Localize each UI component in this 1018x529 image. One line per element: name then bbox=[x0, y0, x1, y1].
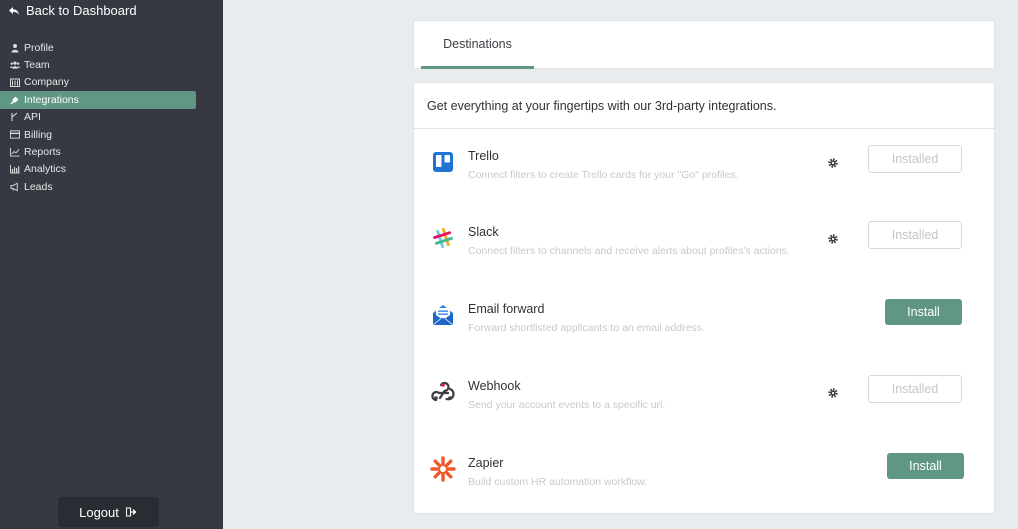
logout-label: Logout bbox=[79, 504, 119, 520]
sidebar-item-label: Team bbox=[24, 59, 50, 72]
integration-description: Forward shortlisted applicants to an ema… bbox=[468, 322, 705, 334]
integration-row-trello: Trello Connect filters to create Trello … bbox=[414, 145, 994, 209]
intro-text: Get everything at your fingertips with o… bbox=[414, 83, 994, 129]
sidebar-item-analytics[interactable]: Analytics bbox=[0, 161, 196, 178]
sidebar-item-label: Leads bbox=[24, 180, 53, 193]
building-icon bbox=[10, 77, 20, 88]
api-icon bbox=[10, 112, 20, 122]
person-icon bbox=[10, 43, 20, 53]
integration-name: Trello bbox=[468, 149, 499, 163]
trello-icon bbox=[430, 149, 456, 175]
credit-card-icon bbox=[10, 130, 20, 140]
sidebar-item-profile[interactable]: Profile bbox=[0, 39, 196, 56]
integration-row-webhook: Webhook Send your account events to a sp… bbox=[414, 375, 994, 439]
email-icon bbox=[430, 302, 456, 328]
bar-chart-icon bbox=[10, 164, 20, 174]
integrations-card: Get everything at your fingertips with o… bbox=[413, 82, 995, 514]
sidebar-item-leads[interactable]: Leads bbox=[0, 178, 196, 195]
slack-icon bbox=[430, 225, 456, 251]
integration-name: Slack bbox=[468, 225, 499, 239]
integration-description: Connect filters to create Trello cards f… bbox=[468, 169, 739, 181]
installed-button[interactable]: Installed bbox=[868, 145, 962, 173]
sidebar-item-label: Integrations bbox=[24, 93, 79, 106]
sidebar-item-label: Company bbox=[24, 76, 69, 89]
plug-icon bbox=[10, 95, 20, 105]
integration-name: Zapier bbox=[468, 456, 504, 470]
integration-description: Send your account events to a specific u… bbox=[468, 399, 666, 411]
sidebar-item-label: API bbox=[24, 111, 41, 124]
sidebar-item-label: Billing bbox=[24, 128, 53, 141]
back-arrow-icon bbox=[8, 5, 20, 17]
install-button[interactable]: Install bbox=[887, 453, 964, 479]
sidebar-item-label: Reports bbox=[24, 146, 61, 159]
zapier-icon bbox=[430, 456, 456, 482]
integration-row-email-forward: Email forward Forward shortlisted applic… bbox=[414, 299, 994, 362]
sidebar: Back to Dashboard Profile Team Company I… bbox=[0, 0, 223, 529]
sidebar-item-integrations[interactable]: Integrations bbox=[0, 91, 196, 109]
tab-destinations[interactable]: Destinations bbox=[421, 21, 534, 69]
back-to-dashboard-link[interactable]: Back to Dashboard bbox=[8, 3, 137, 18]
sidebar-nav: Profile Team Company Integrations API Bi… bbox=[0, 39, 196, 196]
tabs-bar: Destinations bbox=[413, 20, 995, 69]
line-chart-icon bbox=[10, 147, 20, 157]
megaphone-icon bbox=[10, 182, 20, 192]
logout-button[interactable]: Logout bbox=[58, 497, 159, 527]
gear-icon[interactable] bbox=[826, 156, 839, 169]
gear-icon[interactable] bbox=[826, 232, 839, 245]
team-icon bbox=[10, 60, 20, 70]
logout-icon bbox=[125, 505, 138, 520]
install-button[interactable]: Install bbox=[885, 299, 962, 325]
sidebar-item-reports[interactable]: Reports bbox=[0, 143, 196, 160]
integration-description: Connect filters to channels and receive … bbox=[468, 245, 790, 257]
integration-description: Build custom HR automation workflow. bbox=[468, 476, 648, 488]
installed-button[interactable]: Installed bbox=[868, 375, 962, 403]
integration-row-slack: Slack Connect filters to channels and re… bbox=[414, 221, 994, 285]
sidebar-item-api[interactable]: API bbox=[0, 109, 196, 126]
integration-name: Webhook bbox=[468, 379, 521, 393]
integration-name: Email forward bbox=[468, 302, 545, 316]
gear-icon[interactable] bbox=[826, 386, 839, 399]
installed-button[interactable]: Installed bbox=[868, 221, 962, 249]
back-to-dashboard-label: Back to Dashboard bbox=[26, 3, 137, 18]
sidebar-item-billing[interactable]: Billing bbox=[0, 126, 196, 143]
sidebar-item-label: Analytics bbox=[24, 163, 67, 176]
sidebar-item-team[interactable]: Team bbox=[0, 56, 196, 73]
webhook-icon bbox=[430, 379, 456, 405]
integration-row-zapier: Zapier Build custom HR automation workfl… bbox=[414, 453, 994, 516]
sidebar-item-company[interactable]: Company bbox=[0, 74, 196, 91]
sidebar-item-label: Profile bbox=[24, 41, 54, 54]
